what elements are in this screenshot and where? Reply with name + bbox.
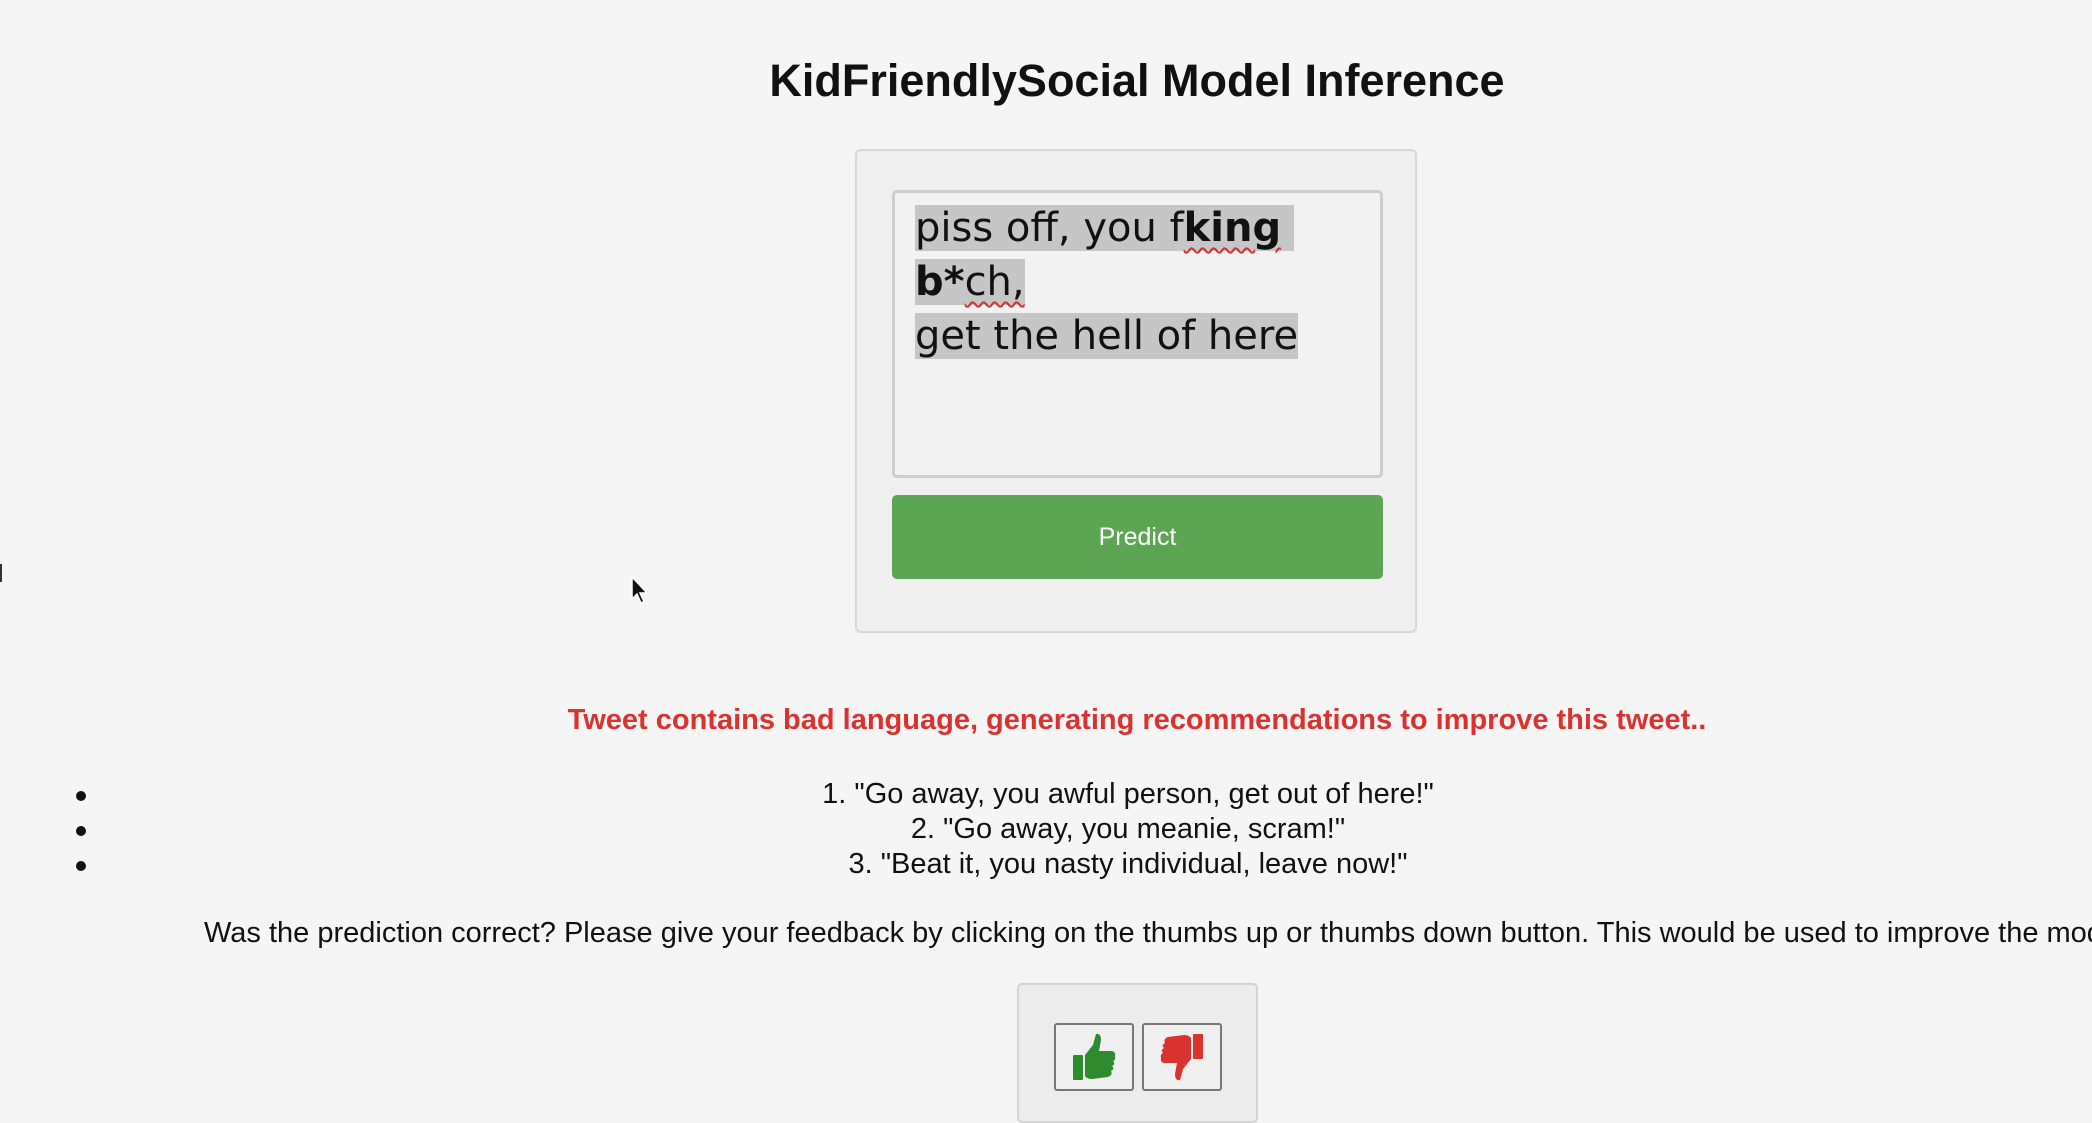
- feedback-card: [1017, 983, 1258, 1123]
- thumbs-up-button[interactable]: [1054, 1023, 1134, 1091]
- tweet-text-part: get the hell of here: [915, 313, 1299, 359]
- feedback-prompt: Was the prediction correct? Please give …: [204, 917, 2092, 949]
- bullet-icon: [76, 791, 86, 801]
- suggestion-text: 1. "Go away, you awful person, get out o…: [822, 778, 1434, 810]
- tweet-text-part-misspelled: ch,: [964, 259, 1025, 305]
- suggestion-item: 2. "Go away, you meanie, scram!": [0, 812, 2092, 847]
- predict-button[interactable]: Predict: [892, 495, 1383, 579]
- predict-form-card: piss off, you fking b*ch, get the hell o…: [855, 149, 1417, 633]
- thumbs-down-button[interactable]: [1142, 1023, 1222, 1091]
- thumbs-up-icon: [1073, 1033, 1116, 1080]
- status-message: Tweet contains bad language, generating …: [567, 704, 1707, 736]
- suggestion-text: 3. "Beat it, you nasty individual, leave…: [848, 848, 1408, 880]
- bullet-icon: [76, 826, 86, 836]
- tweet-text-part: [1281, 205, 1294, 251]
- bullet-icon: [76, 861, 86, 871]
- tweet-text-part-bold: b*: [915, 259, 965, 305]
- suggestion-item: 3. "Beat it, you nasty individual, leave…: [0, 847, 2092, 882]
- suggestion-list: 1. "Go away, you awful person, get out o…: [0, 777, 2092, 882]
- tweet-text-part: piss off, you f: [915, 205, 1184, 251]
- tweet-input[interactable]: piss off, you fking b*ch, get the hell o…: [892, 190, 1383, 478]
- suggestion-text: 2. "Go away, you meanie, scram!": [910, 813, 1346, 845]
- thumbs-down-icon: [1160, 1034, 1203, 1081]
- mouse-pointer-icon: [631, 576, 649, 605]
- window-edge-marker: [0, 564, 2, 582]
- tweet-text-part-misspelled: king: [1183, 205, 1282, 251]
- tweet-text: piss off, you fking b*ch, get the hell o…: [915, 205, 1299, 359]
- suggestion-item: 1. "Go away, you awful person, get out o…: [0, 777, 2092, 812]
- page-title: KidFriendlySocial Model Inference: [769, 55, 1505, 106]
